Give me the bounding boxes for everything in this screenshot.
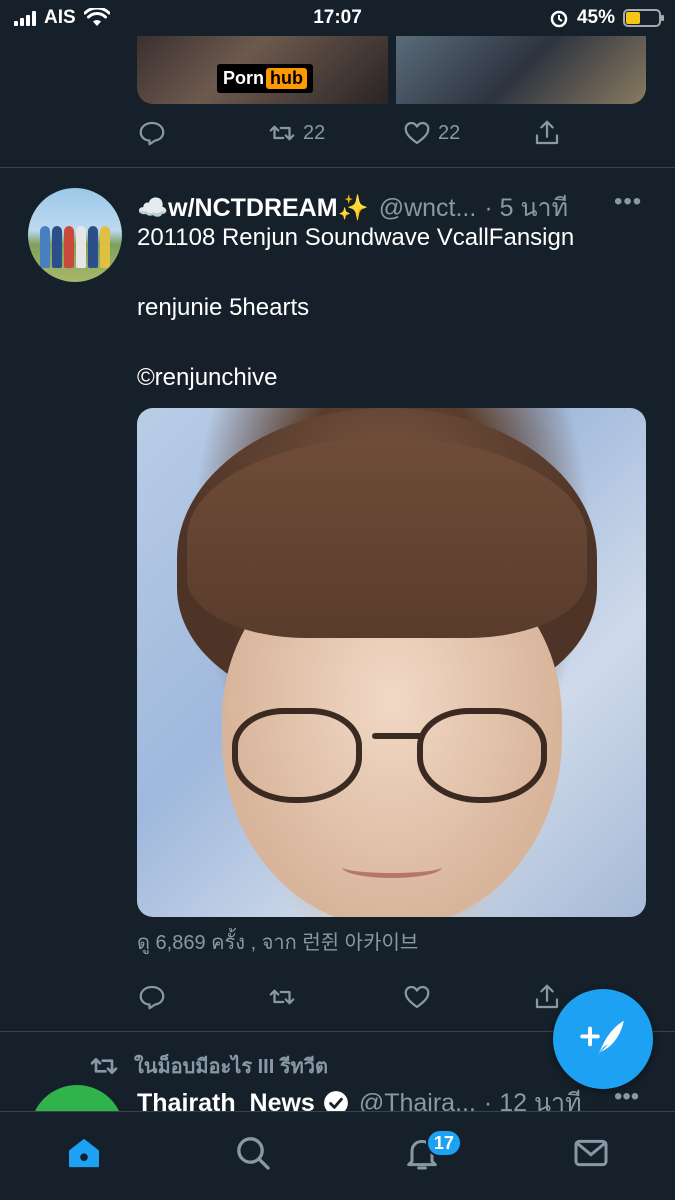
like-button[interactable]	[402, 982, 532, 1012]
tweet-text-line-2: renjunie 5hearts	[137, 294, 310, 321]
tab-messages[interactable]	[551, 1123, 631, 1183]
compose-icon	[580, 1020, 624, 1058]
battery-icon	[623, 9, 664, 27]
previous-tweet-media[interactable]: Porn hub	[137, 36, 646, 104]
media-image-2[interactable]	[395, 36, 646, 104]
tab-home[interactable]	[44, 1123, 124, 1183]
view-count: ดู 6,869 ครั้ง , จาก 런쥔 아카이브	[137, 932, 419, 954]
status-left: AIS	[14, 7, 110, 29]
reply-button[interactable]	[137, 982, 267, 1012]
heart-icon	[404, 985, 430, 1009]
retweet-count: 22	[303, 121, 326, 144]
status-right: 45%	[549, 7, 664, 29]
retweet-button[interactable]	[267, 982, 402, 1012]
reply-icon	[139, 985, 165, 1010]
search-icon	[237, 1137, 270, 1170]
previous-tweet-actions: 22 22	[137, 118, 577, 148]
handle[interactable]: @wnct...	[379, 194, 477, 223]
battery-fill	[626, 12, 641, 24]
retweet-icon	[269, 989, 295, 1005]
tab-search[interactable]	[213, 1123, 293, 1183]
share-icon	[535, 120, 559, 145]
more-options-icon[interactable]: •••	[614, 188, 642, 216]
tweet-video[interactable]	[137, 408, 646, 917]
retweet-icon	[269, 125, 295, 141]
notification-badge: 17	[425, 1129, 462, 1157]
timestamp: · 5 นาที	[484, 194, 569, 222]
signal-icon	[14, 10, 36, 26]
retweeted-by[interactable]: ในม็อบมีอะไร III รีทวีต	[88, 1050, 328, 1082]
like-button[interactable]: 22	[402, 118, 532, 148]
share-button[interactable]	[532, 118, 572, 148]
tweet-text-line-1: 201108 Renjun Soundwave VcallFansign	[137, 224, 575, 251]
tweet-text-line-3: ©renjunchive	[137, 364, 278, 391]
tweet-header: ☁️w/NCTDREAM✨ @wnct... · 5 นาที	[137, 188, 647, 228]
wifi-icon	[83, 8, 110, 26]
retweet-button[interactable]: 22	[267, 118, 402, 148]
alarm-icon	[550, 10, 568, 28]
bottom-tab-bar: 17	[0, 1111, 675, 1200]
more-options-icon[interactable]: •••	[614, 1083, 639, 1111]
logo-text-left: Porn	[223, 68, 265, 88]
share-icon	[535, 984, 559, 1009]
logo-text-right: hub	[266, 68, 308, 89]
carrier-name: AIS	[44, 7, 76, 28]
tweet-actions	[137, 982, 577, 1012]
tab-notifications[interactable]: 17	[382, 1123, 462, 1183]
battery-percent: 45%	[576, 7, 615, 28]
heart-icon	[404, 121, 430, 145]
status-bar: AIS 17:07 45%	[0, 0, 675, 36]
mail-icon	[574, 1139, 608, 1167]
like-count: 22	[438, 121, 461, 144]
reply-button[interactable]	[137, 118, 267, 148]
media-logo: Porn hub	[217, 64, 314, 93]
media-image-1[interactable]: Porn hub	[137, 36, 388, 104]
display-name[interactable]: ☁️w/NCTDREAM✨	[137, 194, 369, 223]
avatar[interactable]	[28, 188, 122, 282]
retweeted-by-label: ในม็อบมีอะไร III รีทวีต	[134, 1056, 328, 1078]
home-icon	[69, 1138, 100, 1168]
reply-icon	[139, 121, 165, 146]
compose-tweet-button[interactable]	[553, 989, 653, 1089]
tweet-divider	[0, 167, 675, 168]
retweet-icon	[90, 1058, 118, 1074]
